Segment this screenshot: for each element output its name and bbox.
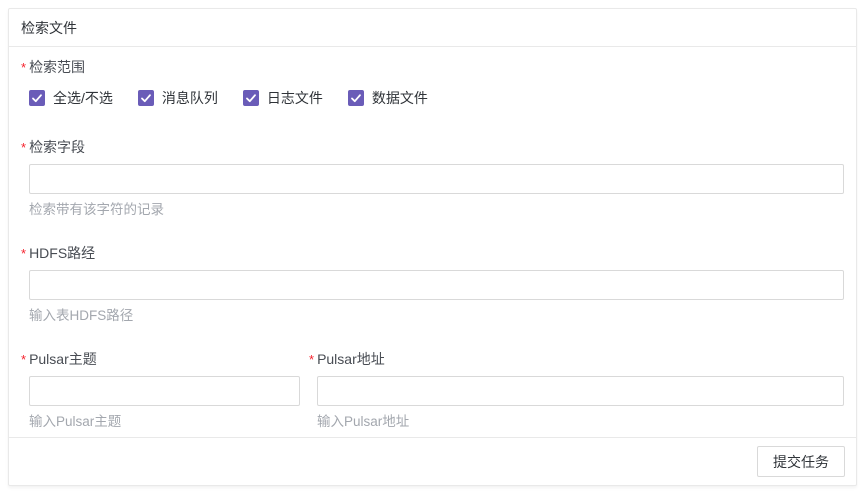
checkbox-checked-icon[interactable] [348,90,364,106]
checkbox-checked-icon[interactable] [29,90,45,106]
form-row-pulsar: *Pulsar主题 输入Pulsar主题 *Pulsar地址 输入Pulsar地… [29,352,844,429]
hdfs-path-label: *HDFS路经 [29,246,844,261]
checkbox-log-file[interactable]: 日志文件 [243,88,323,108]
form-item-pulsar-address: *Pulsar地址 输入Pulsar地址 [309,352,844,429]
hdfs-path-input[interactable] [29,270,844,300]
required-marker: * [21,140,26,155]
form-item-hdfs-path: *HDFS路经 输入表HDFS路径 [29,246,844,323]
form-body: *检索范围 全选/不选 消息队列 日志文件 数据文件 [9,47,856,437]
hdfs-path-hint: 输入表HDFS路径 [29,308,844,323]
search-field-label: *检索字段 [29,140,844,155]
panel-header: 检索文件 [9,9,856,47]
search-field-hint: 检索带有该字符的记录 [29,202,844,217]
pulsar-topic-label: *Pulsar主题 [29,352,300,367]
search-files-panel: 检索文件 *检索范围 全选/不选 消息队列 日志文件 [8,8,857,486]
form-item-search-field: *检索字段 检索带有该字符的记录 [29,140,844,217]
scope-checkbox-group: 全选/不选 消息队列 日志文件 数据文件 [29,89,844,107]
checkbox-label: 数据文件 [372,88,428,108]
checkbox-label: 消息队列 [162,88,218,108]
pulsar-address-label: *Pulsar地址 [317,352,844,367]
checkbox-data-file[interactable]: 数据文件 [348,88,428,108]
panel-title: 检索文件 [21,18,77,38]
pulsar-topic-input[interactable] [29,376,300,406]
pulsar-topic-hint: 输入Pulsar主题 [29,414,300,429]
search-field-input[interactable] [29,164,844,194]
checkbox-checked-icon[interactable] [138,90,154,106]
pulsar-address-input[interactable] [317,376,844,406]
form-item-pulsar-topic: *Pulsar主题 输入Pulsar主题 [29,352,300,429]
required-marker: * [309,352,314,367]
required-marker: * [21,352,26,367]
checkbox-checked-icon[interactable] [243,90,259,106]
checkbox-label: 全选/不选 [53,88,113,108]
pulsar-address-hint: 输入Pulsar地址 [317,414,844,429]
submit-task-button[interactable]: 提交任务 [757,446,845,477]
panel-footer: 提交任务 [9,437,856,485]
required-marker: * [21,246,26,261]
checkbox-label: 日志文件 [267,88,323,108]
checkbox-message-queue[interactable]: 消息队列 [138,88,218,108]
checkbox-select-all[interactable]: 全选/不选 [29,88,113,108]
scope-label: *检索范围 [29,60,844,75]
form-item-scope: *检索范围 全选/不选 消息队列 日志文件 数据文件 [29,60,844,107]
required-marker: * [21,60,26,75]
